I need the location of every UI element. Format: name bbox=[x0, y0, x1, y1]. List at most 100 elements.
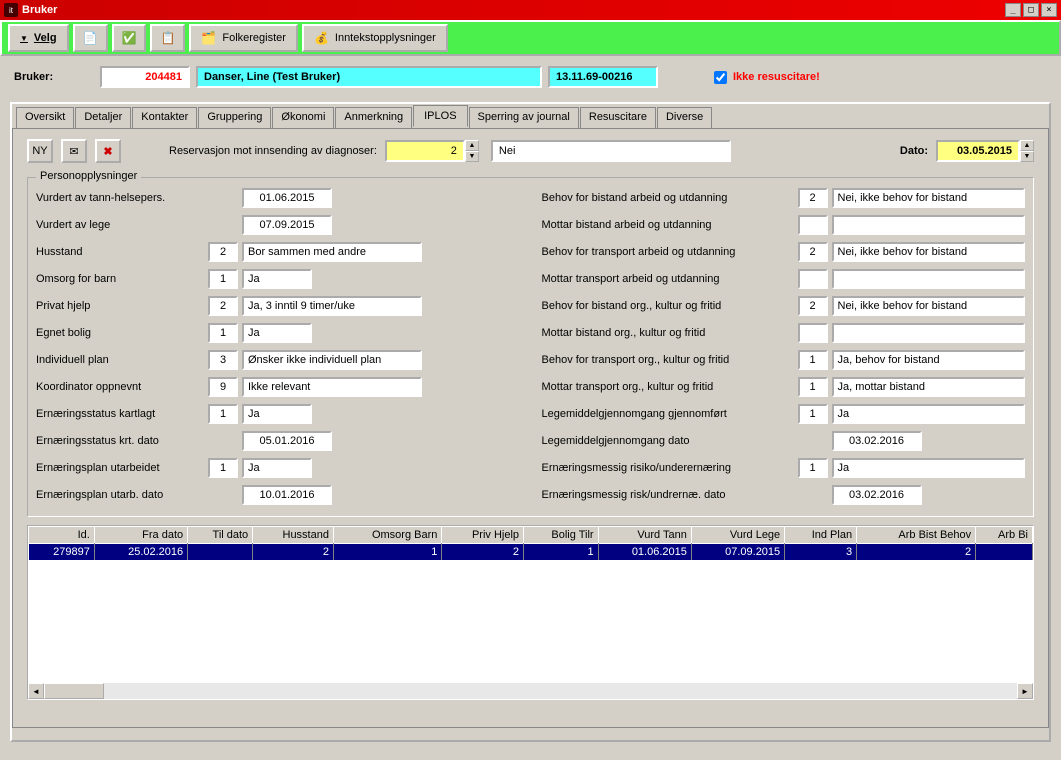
grid-cell[interactable]: 1 bbox=[333, 544, 441, 561]
field-text[interactable]: Ja bbox=[242, 269, 312, 289]
field-text[interactable]: Ja bbox=[242, 404, 312, 424]
field-code[interactable]: 1 bbox=[208, 404, 238, 424]
tab-iplos[interactable]: IPLOS bbox=[413, 105, 467, 127]
field-text[interactable] bbox=[832, 269, 1026, 289]
grid-cell[interactable]: 2 bbox=[442, 544, 524, 561]
scroll-right-button[interactable]: ► bbox=[1017, 683, 1033, 699]
grid-header[interactable]: Id. bbox=[29, 527, 95, 544]
velg-button[interactable]: ▼ Velg bbox=[8, 24, 69, 52]
resuscitare-checkbox[interactable]: Ikke resuscitare! bbox=[714, 71, 820, 84]
field-code[interactable]: 2 bbox=[798, 188, 828, 208]
field-code[interactable]: 1 bbox=[208, 269, 238, 289]
field-code[interactable]: 2 bbox=[798, 242, 828, 262]
field-text[interactable] bbox=[832, 215, 1026, 235]
grid-header[interactable]: Vurd Tann bbox=[598, 527, 691, 544]
field-text[interactable]: Ja bbox=[832, 404, 1026, 424]
field-text[interactable]: Ja, behov for bistand bbox=[832, 350, 1026, 370]
field-date[interactable]: 05.01.2016 bbox=[242, 431, 332, 451]
grid-header[interactable]: Fra dato bbox=[94, 527, 187, 544]
tab-diverse[interactable]: Diverse bbox=[657, 107, 712, 129]
field-text[interactable]: Nei, ikke behov for bistand bbox=[832, 242, 1026, 262]
maximize-button[interactable]: □ bbox=[1023, 3, 1039, 17]
grid-header[interactable]: Vurd Lege bbox=[691, 527, 784, 544]
folkeregister-button[interactable]: 🗂️ Folkeregister bbox=[189, 24, 298, 52]
field-text[interactable]: Ønsker ikke individuell plan bbox=[242, 350, 422, 370]
field-date[interactable]: 03.02.2016 bbox=[832, 431, 922, 451]
toolbar-icon-3[interactable]: 📋 bbox=[150, 24, 185, 52]
dato-spinner-arrows[interactable]: ▲▼ bbox=[1020, 140, 1034, 162]
field-code[interactable]: 3 bbox=[208, 350, 238, 370]
grid-header[interactable]: Arb Bist Behov bbox=[857, 527, 976, 544]
field-text[interactable]: Nei, ikke behov for bistand bbox=[832, 296, 1026, 316]
grid-cell[interactable]: 2 bbox=[857, 544, 976, 561]
up-arrow-icon[interactable]: ▲ bbox=[465, 140, 479, 151]
field-text[interactable]: Ja, 3 inntil 9 timer/uke bbox=[242, 296, 422, 316]
field-date[interactable]: 01.06.2015 bbox=[242, 188, 332, 208]
grid-header[interactable]: Bolig Tilr bbox=[524, 527, 599, 544]
field-code[interactable] bbox=[798, 269, 828, 289]
grid-cell[interactable] bbox=[188, 544, 253, 561]
field-text[interactable]: Ja bbox=[242, 458, 312, 478]
up-arrow-icon[interactable]: ▲ bbox=[1020, 140, 1034, 151]
grid-header[interactable]: Omsorg Barn bbox=[333, 527, 441, 544]
down-arrow-icon[interactable]: ▼ bbox=[1020, 151, 1034, 162]
tab-økonomi[interactable]: Økonomi bbox=[272, 107, 334, 129]
tab-resuscitare[interactable]: Resuscitare bbox=[580, 107, 656, 129]
inntekt-button[interactable]: 💰 Inntekstopplysninger bbox=[302, 24, 448, 52]
grid-cell[interactable]: 25.02.2016 bbox=[94, 544, 187, 561]
tab-anmerkning[interactable]: Anmerkning bbox=[335, 107, 412, 129]
grid-cell[interactable]: 07.09.2015 bbox=[691, 544, 784, 561]
tab-oversikt[interactable]: Oversikt bbox=[16, 107, 74, 129]
tab-kontakter[interactable]: Kontakter bbox=[132, 107, 197, 129]
spinner-arrows[interactable]: ▲▼ bbox=[465, 140, 479, 162]
field-code[interactable]: 9 bbox=[208, 377, 238, 397]
toolbar-icon-1[interactable]: 📄 bbox=[73, 24, 108, 52]
grid-header[interactable]: Arb Bi bbox=[976, 527, 1033, 544]
close-button[interactable]: × bbox=[1041, 3, 1057, 17]
field-code[interactable]: 1 bbox=[798, 350, 828, 370]
grid-cell[interactable]: 01.06.2015 bbox=[598, 544, 691, 561]
dato-spinner[interactable]: 03.05.2015 ▲▼ bbox=[936, 140, 1034, 162]
iplos-datagrid[interactable]: Id.Fra datoTil datoHusstandOmsorg BarnPr… bbox=[27, 525, 1034, 700]
grid-header[interactable]: Husstand bbox=[253, 527, 334, 544]
field-code[interactable]: 1 bbox=[798, 458, 828, 478]
scroll-left-button[interactable]: ◄ bbox=[28, 683, 44, 699]
field-text[interactable] bbox=[832, 323, 1026, 343]
grid-cell[interactable]: 2 bbox=[253, 544, 334, 561]
reservasjon-spinner[interactable]: 2 ▲▼ bbox=[385, 140, 479, 162]
reservasjon-value[interactable]: 2 bbox=[385, 140, 465, 162]
tab-gruppering[interactable]: Gruppering bbox=[198, 107, 271, 129]
field-text[interactable]: Nei, ikke behov for bistand bbox=[832, 188, 1026, 208]
field-text[interactable]: Ja bbox=[242, 323, 312, 343]
grid-cell[interactable]: 3 bbox=[785, 544, 857, 561]
field-date[interactable]: 10.01.2016 bbox=[242, 485, 332, 505]
field-text[interactable]: Ja, mottar bistand bbox=[832, 377, 1026, 397]
edit-button[interactable]: ✉ bbox=[61, 139, 87, 163]
field-code[interactable]: 2 bbox=[798, 296, 828, 316]
minimize-button[interactable]: _ bbox=[1005, 3, 1021, 17]
scroll-thumb[interactable] bbox=[44, 683, 104, 699]
field-text[interactable]: Ikke relevant bbox=[242, 377, 422, 397]
field-code[interactable]: 1 bbox=[798, 404, 828, 424]
grid-cell[interactable]: 279897 bbox=[29, 544, 95, 561]
field-code[interactable]: 2 bbox=[208, 296, 238, 316]
delete-button[interactable]: ✖ bbox=[95, 139, 121, 163]
grid-header[interactable]: Priv Hjelp bbox=[442, 527, 524, 544]
new-button[interactable]: NY bbox=[27, 139, 53, 163]
grid-header[interactable]: Ind Plan bbox=[785, 527, 857, 544]
field-date[interactable]: 07.09.2015 bbox=[242, 215, 332, 235]
field-date[interactable]: 03.02.2016 bbox=[832, 485, 922, 505]
tab-detaljer[interactable]: Detaljer bbox=[75, 107, 131, 129]
grid-cell[interactable] bbox=[976, 544, 1033, 561]
field-text[interactable]: Bor sammen med andre bbox=[242, 242, 422, 262]
toolbar-icon-2[interactable]: ✅ bbox=[112, 24, 147, 52]
resuscitare-check[interactable] bbox=[714, 71, 727, 84]
horizontal-scrollbar[interactable]: ◄ ► bbox=[28, 683, 1033, 699]
scroll-track[interactable] bbox=[44, 683, 1017, 699]
field-code[interactable]: 2 bbox=[208, 242, 238, 262]
down-arrow-icon[interactable]: ▼ bbox=[465, 151, 479, 162]
tab-sperring-av-journal[interactable]: Sperring av journal bbox=[469, 107, 579, 129]
field-code[interactable] bbox=[798, 323, 828, 343]
field-text[interactable]: Ja bbox=[832, 458, 1026, 478]
field-code[interactable]: 1 bbox=[208, 458, 238, 478]
